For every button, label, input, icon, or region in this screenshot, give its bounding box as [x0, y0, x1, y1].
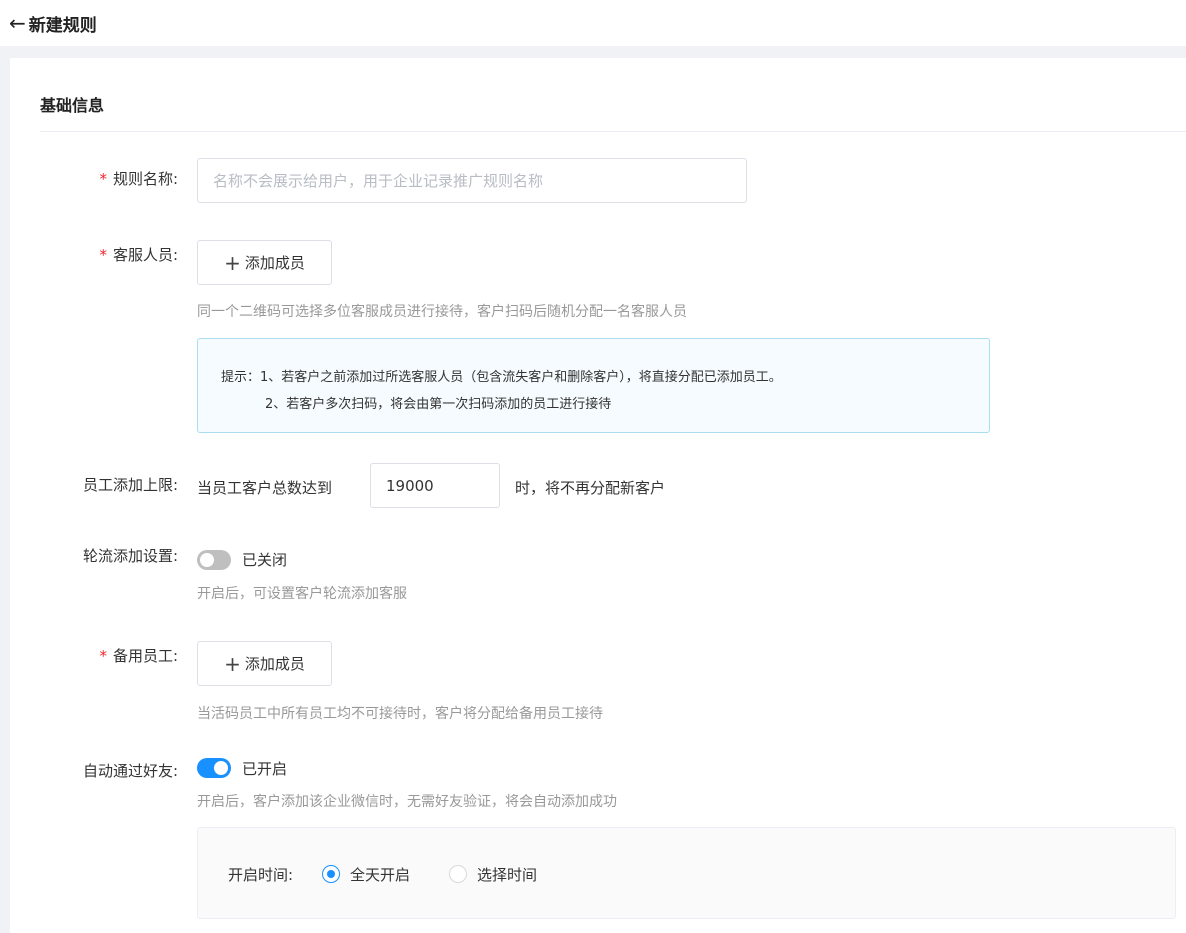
tip-box: 提示：1、若客户之前添加过所选客服人员（包含流失客户和删除客户），将直接分配已添… — [197, 338, 990, 433]
toggle-knob — [214, 761, 228, 775]
plus-icon: + — [224, 651, 241, 676]
rule-name-input[interactable] — [197, 158, 747, 203]
top-bar: ← 新建规则 — [0, 0, 1186, 46]
rule-name-label: * 规则名称: — [99, 170, 178, 188]
tip-line-1: 提示：1、若客户之前添加过所选客服人员（包含流失客户和删除客户），将直接分配已添… — [221, 370, 782, 385]
auto-accept-hint: 开启后，客户添加该企业微信时，无需好友验证，将会自动添加成功 — [197, 794, 617, 810]
backup-staff-hint: 当活码员工中所有员工均不可接待时，客户将分配给备用员工接待 — [197, 706, 603, 722]
required-mark: * — [99, 246, 107, 264]
add-service-member-button[interactable]: + 添加成员 — [197, 240, 332, 285]
service-staff-label: * 客服人员: — [99, 246, 178, 264]
toggle-knob — [200, 553, 214, 567]
plus-icon: + — [224, 250, 241, 275]
auto-accept-label: 自动通过好友: — [82, 762, 178, 780]
all-day-label[interactable]: 全天开启 — [350, 864, 410, 885]
radio-dot — [327, 870, 335, 878]
add-limit-input[interactable] — [370, 463, 500, 508]
rotation-hint: 开启后，可设置客户轮流添加客服 — [197, 586, 407, 602]
section-divider — [40, 131, 1186, 132]
backup-staff-label: * 备用员工: — [99, 647, 178, 665]
form-card: 基础信息 *规则名称: *客服人员: +添加成员 同一个二维码可选择多位客服成员… — [10, 58, 1186, 933]
add-limit-prefix: 当员工客户总数达到 — [197, 479, 333, 497]
all-day-radio[interactable] — [322, 865, 340, 883]
page-title: 新建规则 — [28, 15, 97, 36]
rotation-toggle[interactable] — [197, 550, 231, 570]
add-limit-label: 员工添加上限: — [82, 476, 178, 494]
open-time-label: 开启时间: — [228, 866, 294, 884]
select-time-label[interactable]: 选择时间 — [477, 864, 537, 885]
add-limit-suffix: 时，将不再分配新客户 — [515, 479, 666, 497]
required-mark: * — [99, 170, 107, 188]
tip-line-2: 2、若客户多次扫码，将会由第一次扫码添加的员工进行接待 — [265, 397, 612, 412]
auto-accept-state-text: 已开启 — [242, 760, 288, 778]
back-arrow-icon[interactable]: ← — [9, 13, 26, 33]
rotation-state-text: 已关闭 — [242, 551, 288, 569]
add-backup-member-button[interactable]: + 添加成员 — [197, 641, 332, 686]
service-staff-hint: 同一个二维码可选择多位客服成员进行接待，客户扫码后随机分配一名客服人员 — [197, 304, 687, 320]
open-time-panel: 开启时间: 全天开启 选择时间 — [197, 827, 1176, 919]
required-mark: * — [99, 647, 107, 665]
select-time-radio[interactable] — [449, 865, 467, 883]
section-title: 基础信息 — [40, 96, 105, 115]
rotation-label: 轮流添加设置: — [82, 547, 178, 565]
auto-accept-toggle[interactable] — [197, 758, 231, 778]
